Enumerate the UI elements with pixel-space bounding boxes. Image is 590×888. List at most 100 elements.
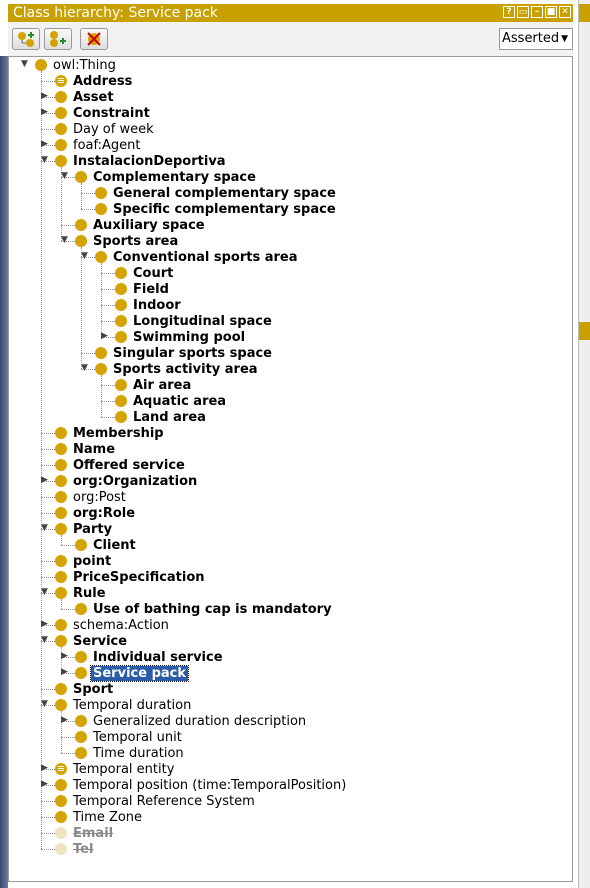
tree-node-label: Temporal unit (93, 729, 182, 745)
tree-node-complementary-space[interactable]: ▼ Complementary space (61, 169, 256, 185)
tree-node-org-role[interactable]: org:Role (55, 505, 135, 521)
tree-node-temporal-unit[interactable]: Temporal unit (75, 729, 182, 745)
tree-node-temporal-entity[interactable]: ▶ Temporal entity (41, 761, 174, 777)
tree-node-temporal-reference-system[interactable]: Temporal Reference System (55, 793, 255, 809)
collapse-toggle-icon[interactable]: ▼ (80, 364, 89, 373)
collapse-toggle-icon[interactable]: ▼ (40, 524, 49, 533)
expand-toggle-icon[interactable]: ▶ (40, 92, 49, 101)
expand-toggle-icon[interactable]: ▶ (60, 668, 69, 677)
tree-node-label: Temporal duration (73, 697, 192, 713)
collapse-toggle-icon[interactable]: ▼ (60, 172, 69, 181)
tree-node-conventional-sports-area[interactable]: ▼ Conventional sports area (81, 249, 298, 265)
expand-toggle-icon[interactable]: ▶ (60, 716, 69, 725)
class-icon (115, 283, 127, 295)
expand-toggle-icon[interactable]: ▶ (60, 652, 69, 661)
tree-node-individual-service[interactable]: ▶ Individual service (61, 649, 223, 665)
tree-node-sport[interactable]: Sport (55, 681, 113, 697)
view-mode-select[interactable]: Asserted ▼ (499, 28, 573, 50)
add-subclass-button[interactable] (12, 28, 40, 50)
tree-node-use-of-bathing-cap-is-mandatory[interactable]: Use of bathing cap is mandatory (75, 601, 332, 617)
expand-toggle-icon[interactable]: ▶ (40, 780, 49, 789)
tree-node-service[interactable]: ▼ Service (41, 633, 127, 649)
tree-node-sports-activity-area[interactable]: ▼ Sports activity area (81, 361, 258, 377)
class-icon (55, 619, 67, 631)
collapse-toggle-icon[interactable]: ▼ (60, 236, 69, 245)
tree-node-address[interactable]: Address (55, 73, 132, 89)
tree-node-label: Aquatic area (133, 393, 227, 409)
add-subclass-icon (18, 32, 34, 47)
expand-toggle-icon[interactable]: ▶ (100, 332, 109, 341)
class-icon (55, 91, 67, 103)
tree-node-sports-area[interactable]: ▼ Sports area (61, 233, 178, 249)
close-icon[interactable]: ✕ (559, 6, 571, 18)
class-icon (115, 395, 127, 407)
tree-node-auxiliary-space[interactable]: Auxiliary space (75, 217, 205, 233)
tree-node-temporal-duration[interactable]: ▼ Temporal duration (41, 697, 192, 713)
tree-node-party[interactable]: ▼ Party (41, 521, 112, 537)
tree-node-org-organization[interactable]: ▶ org:Organization (41, 473, 197, 489)
collapse-toggle-icon[interactable]: ▼ (40, 636, 49, 645)
class-icon (75, 667, 87, 679)
tree-node-schema-action[interactable]: ▶ schema:Action (41, 617, 169, 633)
tree-node-day-of-week[interactable]: Day of week (55, 121, 154, 137)
tree-node-email[interactable]: Email (55, 825, 113, 841)
class-tree-panel[interactable]: ▼ owl:Thing Address ▶ Asset ▶ Constraint Day of… (8, 56, 573, 882)
tree-node-client[interactable]: Client (75, 537, 136, 553)
collapse-toggle-icon[interactable]: ▼ (20, 60, 29, 69)
collapse-toggle-icon[interactable]: ▼ (40, 156, 49, 165)
tree-node-field[interactable]: Field (115, 281, 169, 297)
class-icon (75, 715, 87, 727)
delete-class-button[interactable] (80, 28, 108, 50)
tree-node-label: Client (93, 537, 136, 553)
class-icon (55, 795, 67, 807)
tree-node-offered-service[interactable]: Offered service (55, 457, 185, 473)
tree-node-general-complementary-space[interactable]: General complementary space (95, 185, 336, 201)
tree-node-label: Day of week (73, 121, 154, 137)
tree-node-air-area[interactable]: Air area (115, 377, 191, 393)
description-header (579, 322, 590, 340)
help-icon[interactable]: ? (503, 6, 515, 18)
tree-node-owl-thing[interactable]: ▼ owl:Thing (21, 57, 116, 73)
tree-node-temporal-position-time-temporalposition[interactable]: ▶ Temporal position (time:TemporalPositio… (41, 777, 346, 793)
tree-node-specific-complementary-space[interactable]: Specific complementary space (95, 201, 336, 217)
tree-node-aquatic-area[interactable]: Aquatic area (115, 393, 226, 409)
tree-node-indoor[interactable]: Indoor (115, 297, 181, 313)
tree-node-longitudinal-space[interactable]: Longitudinal space (115, 313, 272, 329)
collapse-toggle-icon[interactable]: ▼ (40, 588, 49, 597)
tree-node-foaf-agent[interactable]: ▶ foaf:Agent (41, 137, 140, 153)
tree-node-time-duration[interactable]: Time duration (75, 745, 184, 761)
tree-node-time-zone[interactable]: Time Zone (55, 809, 142, 825)
tree-node-service-pack[interactable]: ▶ Service pack (61, 664, 189, 682)
expand-toggle-icon[interactable]: ▶ (40, 476, 49, 485)
tree-node-singular-sports-space[interactable]: Singular sports space (95, 345, 272, 361)
tree-node-asset[interactable]: ▶ Asset (41, 89, 114, 105)
float-icon[interactable]: ▭ (517, 6, 529, 18)
tree-node-org-post[interactable]: org:Post (55, 489, 126, 505)
expand-toggle-icon[interactable]: ▶ (40, 620, 49, 629)
tree-node-point[interactable]: point (55, 553, 111, 569)
expand-toggle-icon[interactable]: ▶ (40, 764, 49, 773)
tree-node-membership[interactable]: Membership (55, 425, 164, 441)
expand-toggle-icon[interactable]: ▶ (40, 140, 49, 149)
tree-node-constraint[interactable]: ▶ Constraint (41, 105, 150, 121)
tree-node-tel[interactable]: Tel (55, 841, 93, 857)
tree-node-court[interactable]: Court (115, 265, 173, 281)
tree-node-rule[interactable]: ▼ Rule (41, 585, 106, 601)
tree-node-name[interactable]: Name (55, 441, 115, 457)
expand-toggle-icon[interactable]: ▶ (40, 108, 49, 117)
hierarchy-toolbar (8, 22, 573, 56)
tree-node-land-area[interactable]: Land area (115, 409, 206, 425)
tree-node-label: Auxiliary space (93, 217, 205, 233)
class-icon (55, 443, 67, 455)
tree-node-pricespecification[interactable]: PriceSpecification (55, 569, 205, 585)
minimize-icon[interactable]: – (531, 6, 543, 18)
collapse-toggle-icon[interactable]: ▼ (80, 252, 89, 261)
collapse-toggle-icon[interactable]: ▼ (40, 700, 49, 709)
tree-node-instalaciondeportiva[interactable]: ▼ InstalacionDeportiva (41, 153, 226, 169)
maximize-icon[interactable]: ■ (545, 6, 557, 18)
add-sibling-button[interactable] (44, 28, 72, 50)
tree-node-generalized-duration-description[interactable]: ▶ Generalized duration description (61, 713, 306, 729)
tree-node-swimming-pool[interactable]: ▶ Swimming pool (101, 329, 245, 345)
class-icon (55, 107, 67, 119)
tree-node-label: point (73, 553, 112, 569)
